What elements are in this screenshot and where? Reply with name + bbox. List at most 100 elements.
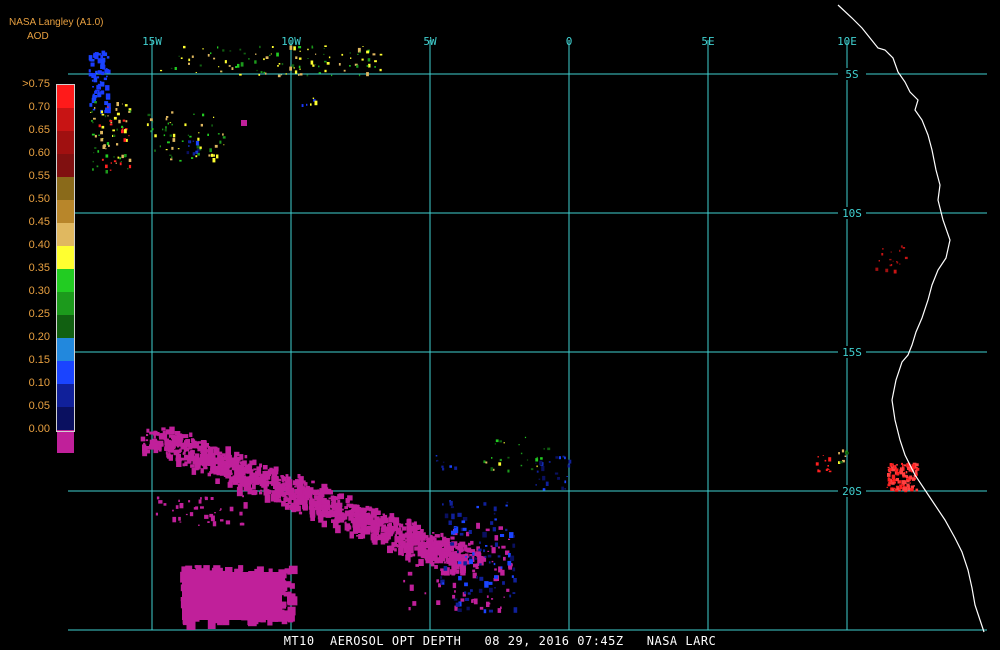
- aod-pixel: [93, 52, 98, 58]
- aod-pixel: [199, 146, 202, 149]
- aod-pixel: [828, 457, 832, 462]
- aod-pixel: [101, 51, 105, 54]
- aod-pixel: [97, 86, 101, 90]
- aod-pixel: [153, 448, 159, 454]
- aod-pixel: [332, 513, 335, 516]
- aod-pixel: [511, 575, 514, 578]
- aod-pixel: [512, 567, 516, 572]
- aod-pixel: [321, 508, 326, 513]
- aod-pixel: [107, 115, 109, 117]
- aod-pixel: [154, 149, 156, 152]
- aod-pixel: [889, 463, 892, 467]
- aod-pixel: [239, 456, 243, 459]
- aod-pixel: [197, 152, 200, 156]
- aod-pixel: [457, 550, 459, 554]
- aod-pixel: [222, 49, 225, 52]
- aod-pixel: [116, 128, 118, 131]
- aod-pixel: [276, 52, 279, 57]
- aod-pixel: [318, 65, 320, 68]
- aod-pixel: [269, 54, 271, 56]
- aod-pixel: [101, 158, 104, 161]
- aod-pixel: [345, 498, 350, 504]
- aod-pixel: [495, 439, 499, 443]
- aod-pixel: [452, 551, 457, 558]
- aod-pixel: [464, 591, 467, 595]
- aod-pixel: [909, 475, 913, 480]
- aod-pixel: [310, 103, 312, 106]
- aod-pixel: [824, 459, 827, 462]
- aod-pixel: [278, 63, 281, 65]
- aod-pixel: [212, 158, 216, 163]
- aod-pixel: [478, 548, 482, 552]
- aod-pixel: [259, 474, 264, 482]
- aod-pixel: [158, 500, 163, 504]
- aod-pixel: [104, 101, 109, 105]
- aod-pixel: [268, 568, 273, 573]
- aod-pixel: [121, 154, 124, 159]
- aod-pixel: [501, 545, 506, 549]
- aod-pixel: [306, 74, 309, 77]
- aod-pixel: [252, 491, 255, 494]
- aod-pixel: [298, 511, 303, 515]
- aod-pixel: [88, 55, 93, 61]
- aod-pixel: [244, 461, 247, 463]
- aod-pixel: [277, 65, 279, 67]
- aod-pixel: [278, 478, 282, 481]
- aod-pixel: [460, 598, 465, 602]
- aod-pixel: [891, 482, 895, 485]
- aod-pixel: [911, 477, 916, 481]
- aod-pixel: [295, 483, 298, 486]
- aod-pixel: [319, 72, 321, 74]
- aod-pixel: [109, 123, 113, 126]
- aod-pixel: [315, 64, 317, 66]
- aod-pixel: [312, 97, 315, 99]
- aod-pixel: [846, 451, 849, 455]
- aod-pixel: [478, 588, 483, 593]
- aod-pixel: [285, 480, 288, 484]
- aod-pixel: [226, 451, 230, 454]
- aod-pixel: [120, 161, 122, 163]
- aod-pixel: [200, 506, 204, 509]
- aod-pixel: [226, 447, 231, 451]
- aod-pixel: [893, 269, 897, 274]
- aod-pixel: [503, 556, 506, 561]
- legend-frame: [56, 84, 75, 432]
- aod-pixel: [363, 514, 369, 522]
- aod-pixel: [372, 53, 376, 56]
- aod-pixel: [418, 558, 424, 566]
- aod-pixel: [251, 474, 256, 481]
- aod-pixel: [284, 496, 288, 502]
- aod-pixel: [509, 594, 512, 598]
- aod-pixel: [370, 530, 374, 533]
- aod-pixel: [184, 455, 191, 461]
- aod-pixel: [222, 133, 224, 136]
- aod-pixel: [288, 489, 294, 497]
- aod-pixel: [488, 581, 493, 585]
- aod-pixel: [311, 480, 315, 484]
- aod-pixel: [323, 48, 325, 50]
- aod-pixel: [312, 489, 318, 495]
- legend-label: 0.10: [28, 377, 50, 389]
- aod-pixel: [239, 73, 242, 76]
- aod-pixel: [93, 117, 96, 120]
- aod-pixel: [190, 464, 195, 468]
- aod-pixel: [100, 81, 105, 87]
- aod-pixel: [564, 456, 566, 460]
- aod-pixel: [455, 602, 460, 607]
- aod-pixel: [493, 562, 496, 566]
- aod-pixel: [235, 66, 237, 68]
- aod-pixel: [215, 478, 220, 484]
- aod-pixel: [289, 66, 292, 71]
- aod-pixel: [218, 66, 220, 68]
- aod-pixel: [220, 70, 223, 73]
- aod-pixel: [375, 507, 379, 512]
- aod-pixel: [387, 524, 390, 527]
- aod-pixel: [100, 130, 103, 135]
- aod-pixel: [349, 52, 351, 54]
- aod-pixel: [382, 525, 387, 530]
- aod-pixel: [93, 95, 98, 98]
- aod-pixel: [430, 552, 436, 557]
- aod-pixel: [398, 530, 402, 533]
- aod-pixel: [435, 540, 437, 543]
- aod-pixel: [492, 468, 495, 471]
